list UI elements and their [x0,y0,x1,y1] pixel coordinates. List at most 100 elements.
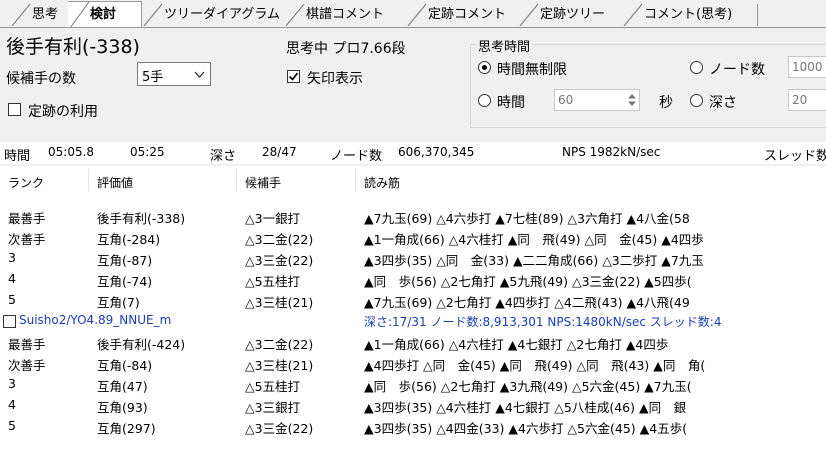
sec-label: 秒 [659,95,673,111]
table-row[interactable]: 5 互角(297) △3三金(22) ▲3四歩(35) △4四金(33) ▲4六… [0,416,826,437]
row-rank: 次善手 [8,358,46,373]
row-move: △3三桂(21) [245,295,314,310]
row-pv: ▲7九玉(69) △4六歩打 ▲7七桂(89) △3六角打 ▲4八金(58 [364,211,690,226]
radio-unlimited-label: 時間無制限 [497,62,567,78]
row-eval: 互角(-74) [97,274,153,289]
pv-list[interactable]: ランク 評価値 候補手 読み筋 最善手 後手有利(-338) △3一銀打 ▲7九… [0,166,826,464]
tab-label: コメント(思考) [644,7,733,22]
tab-bar: 思考 検討 ツリーダイアグラム 棋譜コメント 定跡コメント 定跡ツリー コメント… [0,0,826,28]
col-sep[interactable] [236,169,237,191]
row-rank: 最善手 [8,337,46,352]
col-header-eval[interactable]: 評価値 [97,174,133,191]
row-eval: 互角(297) [97,421,156,436]
tab-tree-diagram[interactable]: ツリーダイアグラム [142,4,284,26]
tab-comment-thinking[interactable]: コメント(思考) [622,4,758,26]
row-move: △3三銀打 [245,400,301,415]
table-row[interactable]: 3 互角(47) △5五桂打 ▲同 歩(56) △2七角打 ▲3九飛(49) △… [0,374,826,395]
status-time-label: 時間 [4,149,31,164]
status-depth-value: 28/47 [262,145,297,159]
tab-joseki-tree[interactable]: 定跡ツリー [518,4,622,26]
status-threads: スレッド数 [764,149,826,164]
row-rank: 4 [8,271,16,286]
tab-label: 定跡ツリー [540,7,606,22]
tab-joseki-comment[interactable]: 定跡コメント [406,4,518,26]
arrow-display-label: 矢印表示 [307,71,363,87]
status-time-value2: 05:25 [130,145,165,159]
radio-nodes-label: ノード数 [709,62,765,78]
radio-depth-label: 深さ [709,95,737,111]
nodes-input[interactable]: 1000 [788,56,826,78]
tab-bar-line [0,27,826,28]
engine-stats: 深さ:17/31 ノード数:8,913,301 NPS:1480kN/sec ス… [364,315,722,329]
row-pv: ▲同 歩(56) △2七角打 ▲5九飛(49) △3三金(22) ▲5四歩( [364,274,692,289]
row-pv: ▲7九玉(69) △2七角打 ▲4四歩打 △4二飛(43) ▲4八飛(49 [364,295,690,310]
row-eval: 互角(7) [97,295,140,310]
candidates-label: 候補手の数 [6,71,76,87]
row-pv: ▲1一角成(66) △4六桂打 ▲4七銀打 △2七角打 ▲4四歩 [364,337,669,352]
think-time-group [470,44,826,128]
status-nodes-value: 606,370,345 [398,145,475,159]
engine-section-header[interactable]: Suisho2/YO4.89_NNUE_m 深さ:17/31 ノード数:8,91… [0,311,826,332]
row-eval: 後手有利(-424) [97,337,186,352]
radio-unlimited[interactable] [478,61,491,74]
row-pv: ▲3四歩(35) △4六桂打 ▲4七銀打 △5八桂成(46) ▲同 銀 [364,400,687,415]
row-rank: 次善手 [8,232,46,247]
row-eval: 互角(-284) [97,232,161,247]
col-header-rank[interactable]: ランク [8,174,44,191]
table-row[interactable]: 5 互角(7) △3三桂(21) ▲7九玉(69) △2七角打 ▲4四歩打 △4… [0,290,826,311]
col-header-pv[interactable]: 読み筋 [364,174,400,191]
row-eval: 互角(-87) [97,253,153,268]
col-header-move[interactable]: 候補手 [245,174,281,191]
eval-header: 後手有利(-338) [6,36,140,58]
engine-name: Suisho2/YO4.89_NNUE_m [19,313,172,327]
row-pv: ▲3四歩(35) △4四金(33) ▲4六歩打 △5六金(45) ▲4五歩( [364,421,688,436]
row-move: △5五桂打 [245,379,301,394]
tab-analysis[interactable]: 検討 [68,1,142,28]
status-time-value: 05:05.8 [48,145,95,159]
row-pv: ▲4四歩打 △同 金(45) ▲同 飛(49) △同 飛(43) ▲同 角( [364,358,706,373]
chevron-down-icon [194,71,205,78]
radio-depth[interactable] [690,94,703,107]
col-sep[interactable] [88,169,89,191]
row-rank: 最善手 [8,211,46,226]
radio-nodes[interactable] [690,61,703,74]
table-row[interactable]: 4 互角(93) △3三銀打 ▲3四歩(35) △4六桂打 ▲4七銀打 △5八桂… [0,395,826,416]
spinner-icon[interactable] [627,92,637,108]
thinking-label: 思考中 プロ7.66段 [286,41,406,57]
row-rank: 3 [8,250,16,265]
row-move: △3一銀打 [245,211,301,226]
row-move: △3三金(22) [245,253,314,268]
use-joseki-label: 定跡の利用 [28,104,98,120]
time-input[interactable]: 60 [554,89,640,111]
row-rank: 4 [8,397,16,412]
candidates-select[interactable]: 5手 [137,62,211,86]
use-joseki-checkbox[interactable] [8,103,21,116]
row-rank: 5 [8,292,16,307]
status-nps: NPS 1982kN/sec [562,145,661,159]
row-move: △3二金(22) [245,337,314,352]
status-depth-label: 深さ [210,149,237,164]
table-row[interactable]: 次善手 互角(-284) △3二金(22) ▲1一角成(66) △4六桂打 ▲同… [0,227,826,248]
table-row[interactable]: 最善手 後手有利(-338) △3一銀打 ▲7九玉(69) △4六歩打 ▲7七桂… [0,206,826,227]
engine-toggle-checkbox[interactable] [3,315,16,328]
row-rank: 5 [8,418,16,433]
tab-kifu-comment[interactable]: 棋譜コメント [284,4,406,26]
row-eval: 互角(47) [97,379,148,394]
row-move: △3三金(22) [245,421,314,436]
row-eval: 互角(93) [97,400,148,415]
arrow-display-checkbox[interactable] [287,70,300,83]
row-move: △3二金(22) [245,232,314,247]
tab-label: 棋譜コメント [306,7,385,22]
table-row[interactable]: 次善手 互角(-84) △3三桂(21) ▲4四歩打 △同 金(45) ▲同 飛… [0,353,826,374]
row-move: △5五桂打 [245,274,301,289]
table-row[interactable]: 4 互角(-74) △5五桂打 ▲同 歩(56) △2七角打 ▲5九飛(49) … [0,269,826,290]
tab-label: 検討 [90,7,117,22]
row-pv: ▲1一角成(66) △4六桂打 ▲同 飛(49) △同 金(45) ▲4四歩 [364,232,704,247]
radio-time[interactable] [478,94,491,107]
table-row[interactable]: 3 互角(-87) △3三金(22) ▲3四歩(35) △同 金(33) ▲二二… [0,248,826,269]
depth-input[interactable]: 20 [788,89,826,111]
tab-label: ツリーダイアグラム [164,7,280,22]
col-sep[interactable] [355,169,356,191]
radio-time-label: 時間 [497,95,525,111]
table-row[interactable]: 最善手 後手有利(-424) △3二金(22) ▲1一角成(66) △4六桂打 … [0,332,826,353]
